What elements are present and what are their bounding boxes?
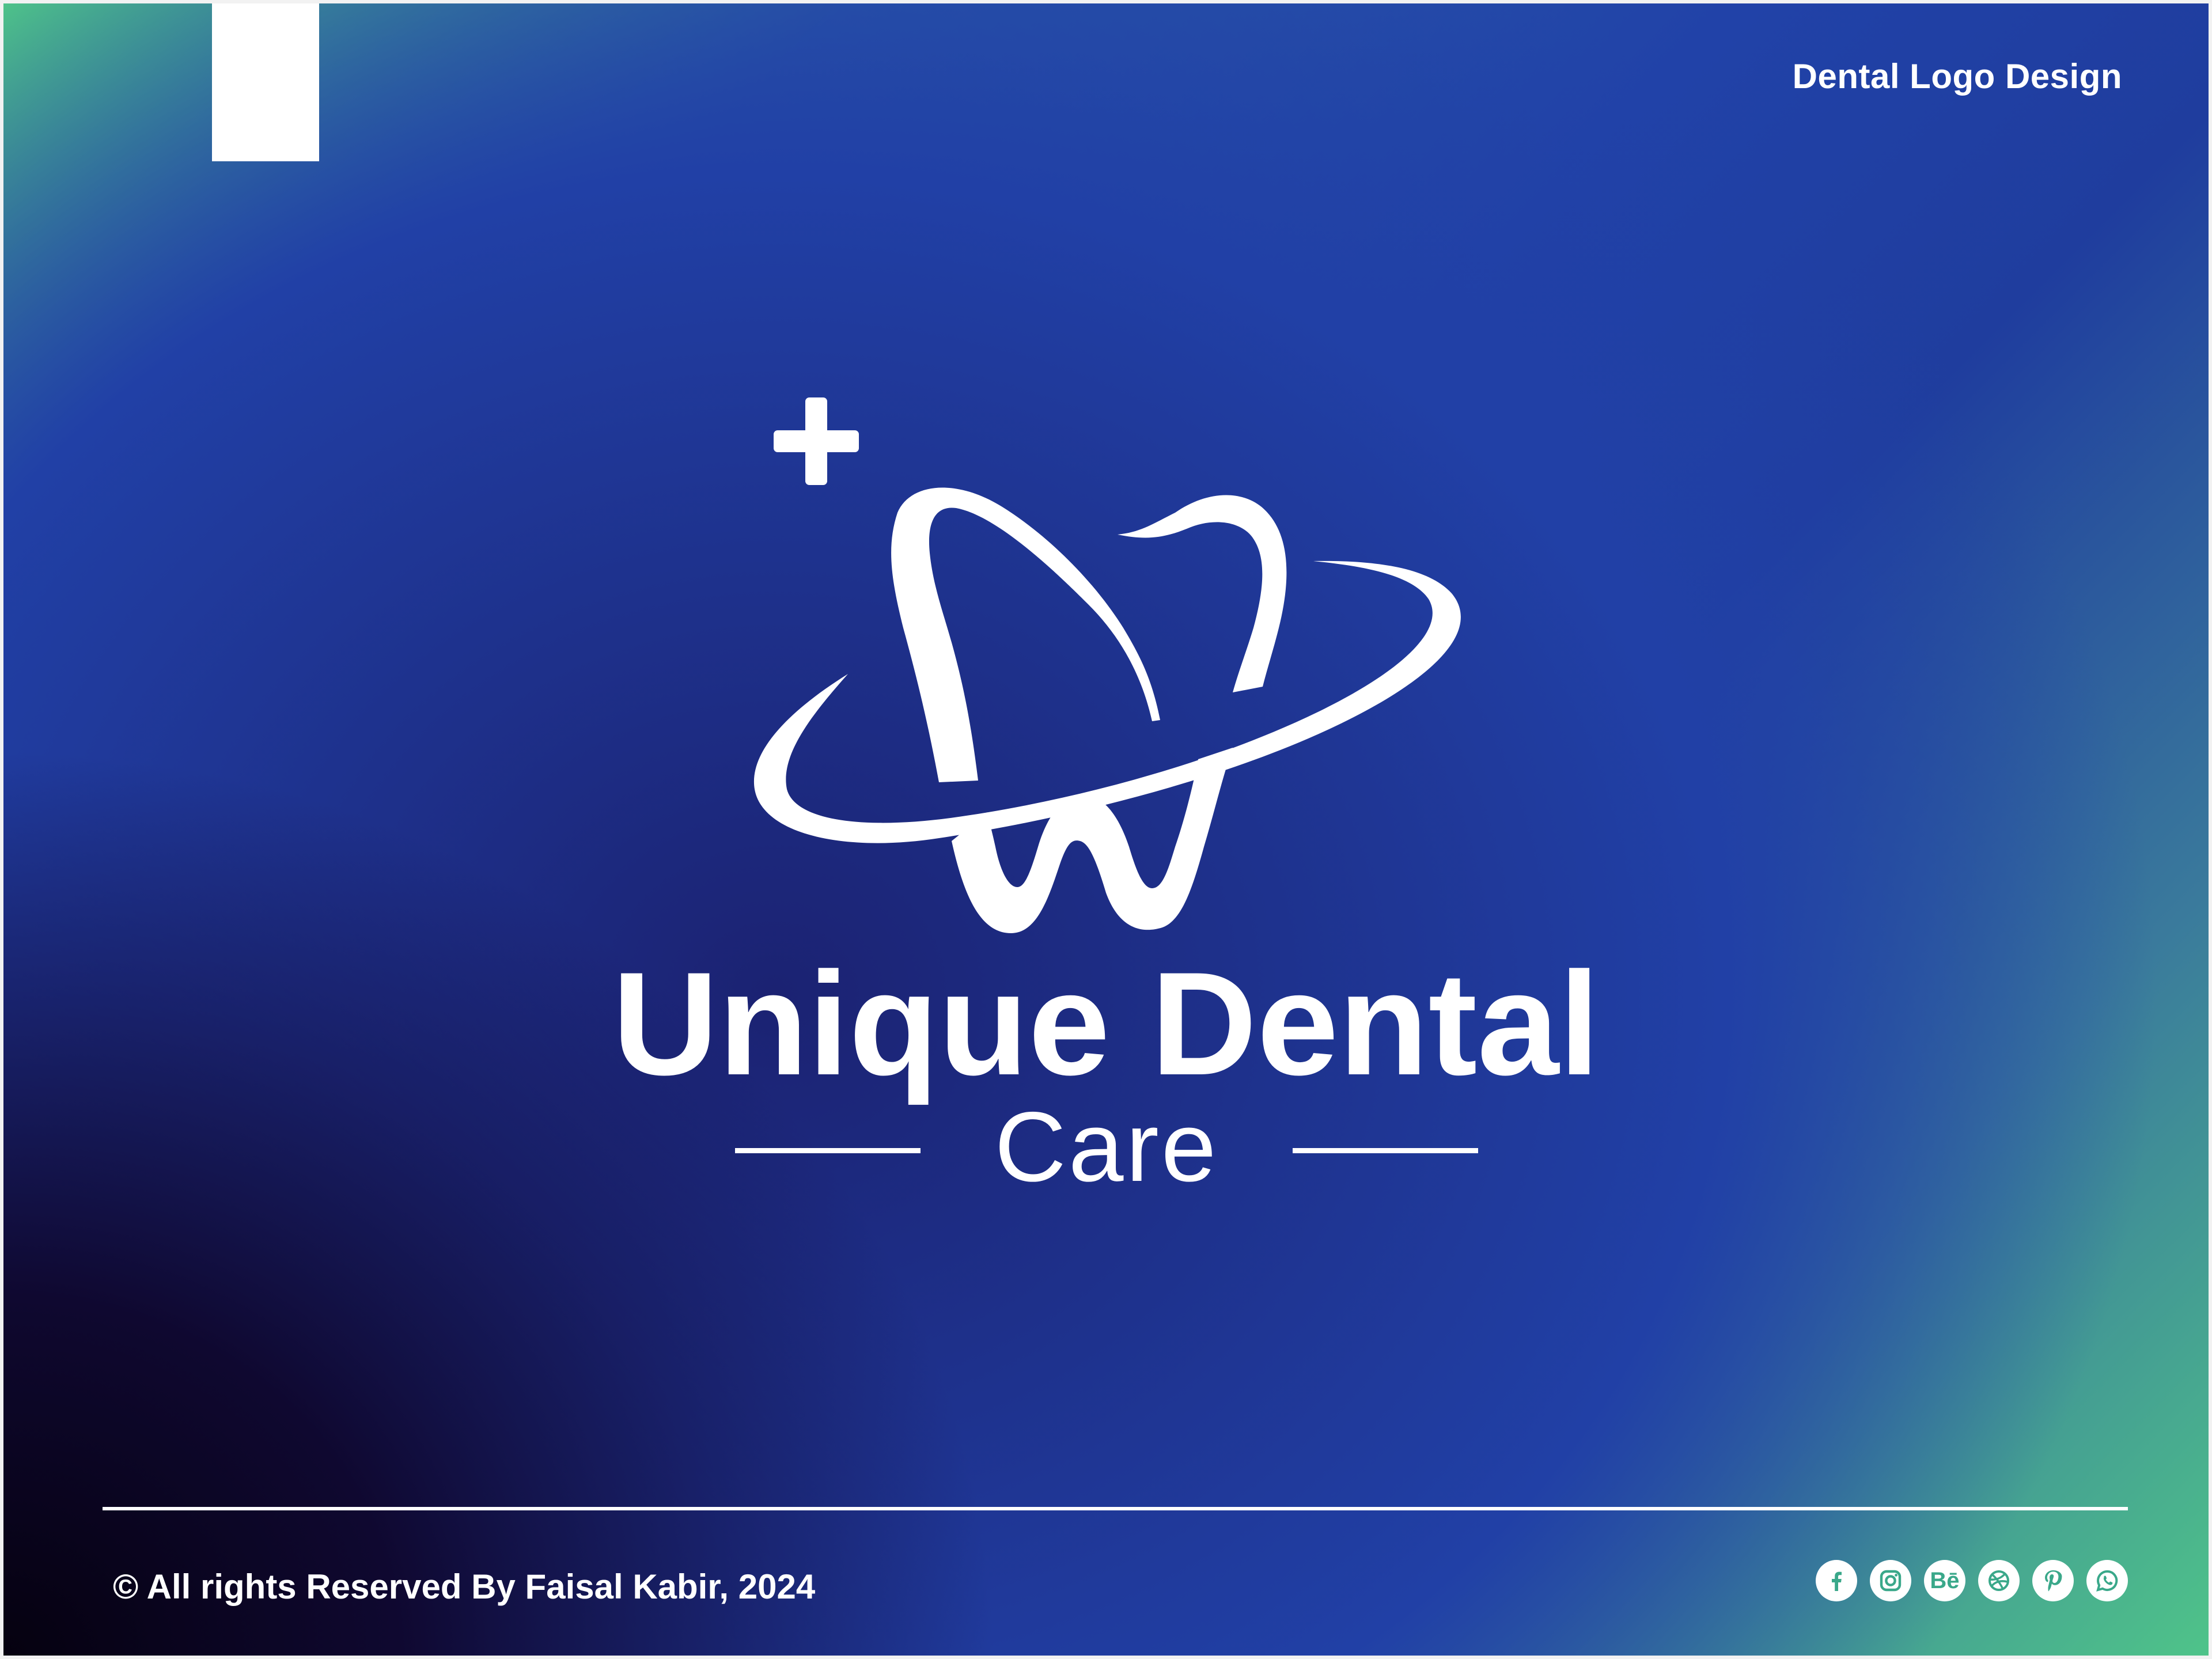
tagline-divider-right	[1293, 1148, 1478, 1153]
social-links: Bē	[1816, 1560, 2128, 1601]
brand-name: Unique Dental	[612, 942, 1600, 1106]
pinterest-icon[interactable]	[2032, 1560, 2074, 1601]
whatsapp-icon[interactable]	[2086, 1560, 2128, 1601]
tooth-logo-icon	[753, 397, 1461, 933]
corner-tab	[212, 0, 319, 161]
footer-divider	[103, 1507, 2128, 1510]
header-title: Dental Logo Design	[1792, 57, 2122, 96]
facebook-icon[interactable]	[1816, 1560, 1857, 1601]
behance-glyph: Bē	[1930, 1568, 1960, 1593]
tagline: Care	[994, 1092, 1219, 1202]
copyright-text: © All rights Reserved By Faisal Kabir, 2…	[113, 1567, 816, 1606]
tagline-row: Care	[735, 1097, 1478, 1201]
instagram-icon[interactable]	[1870, 1560, 1911, 1601]
dribbble-icon[interactable]	[1978, 1560, 2020, 1601]
behance-icon[interactable]: Bē	[1924, 1560, 1965, 1601]
